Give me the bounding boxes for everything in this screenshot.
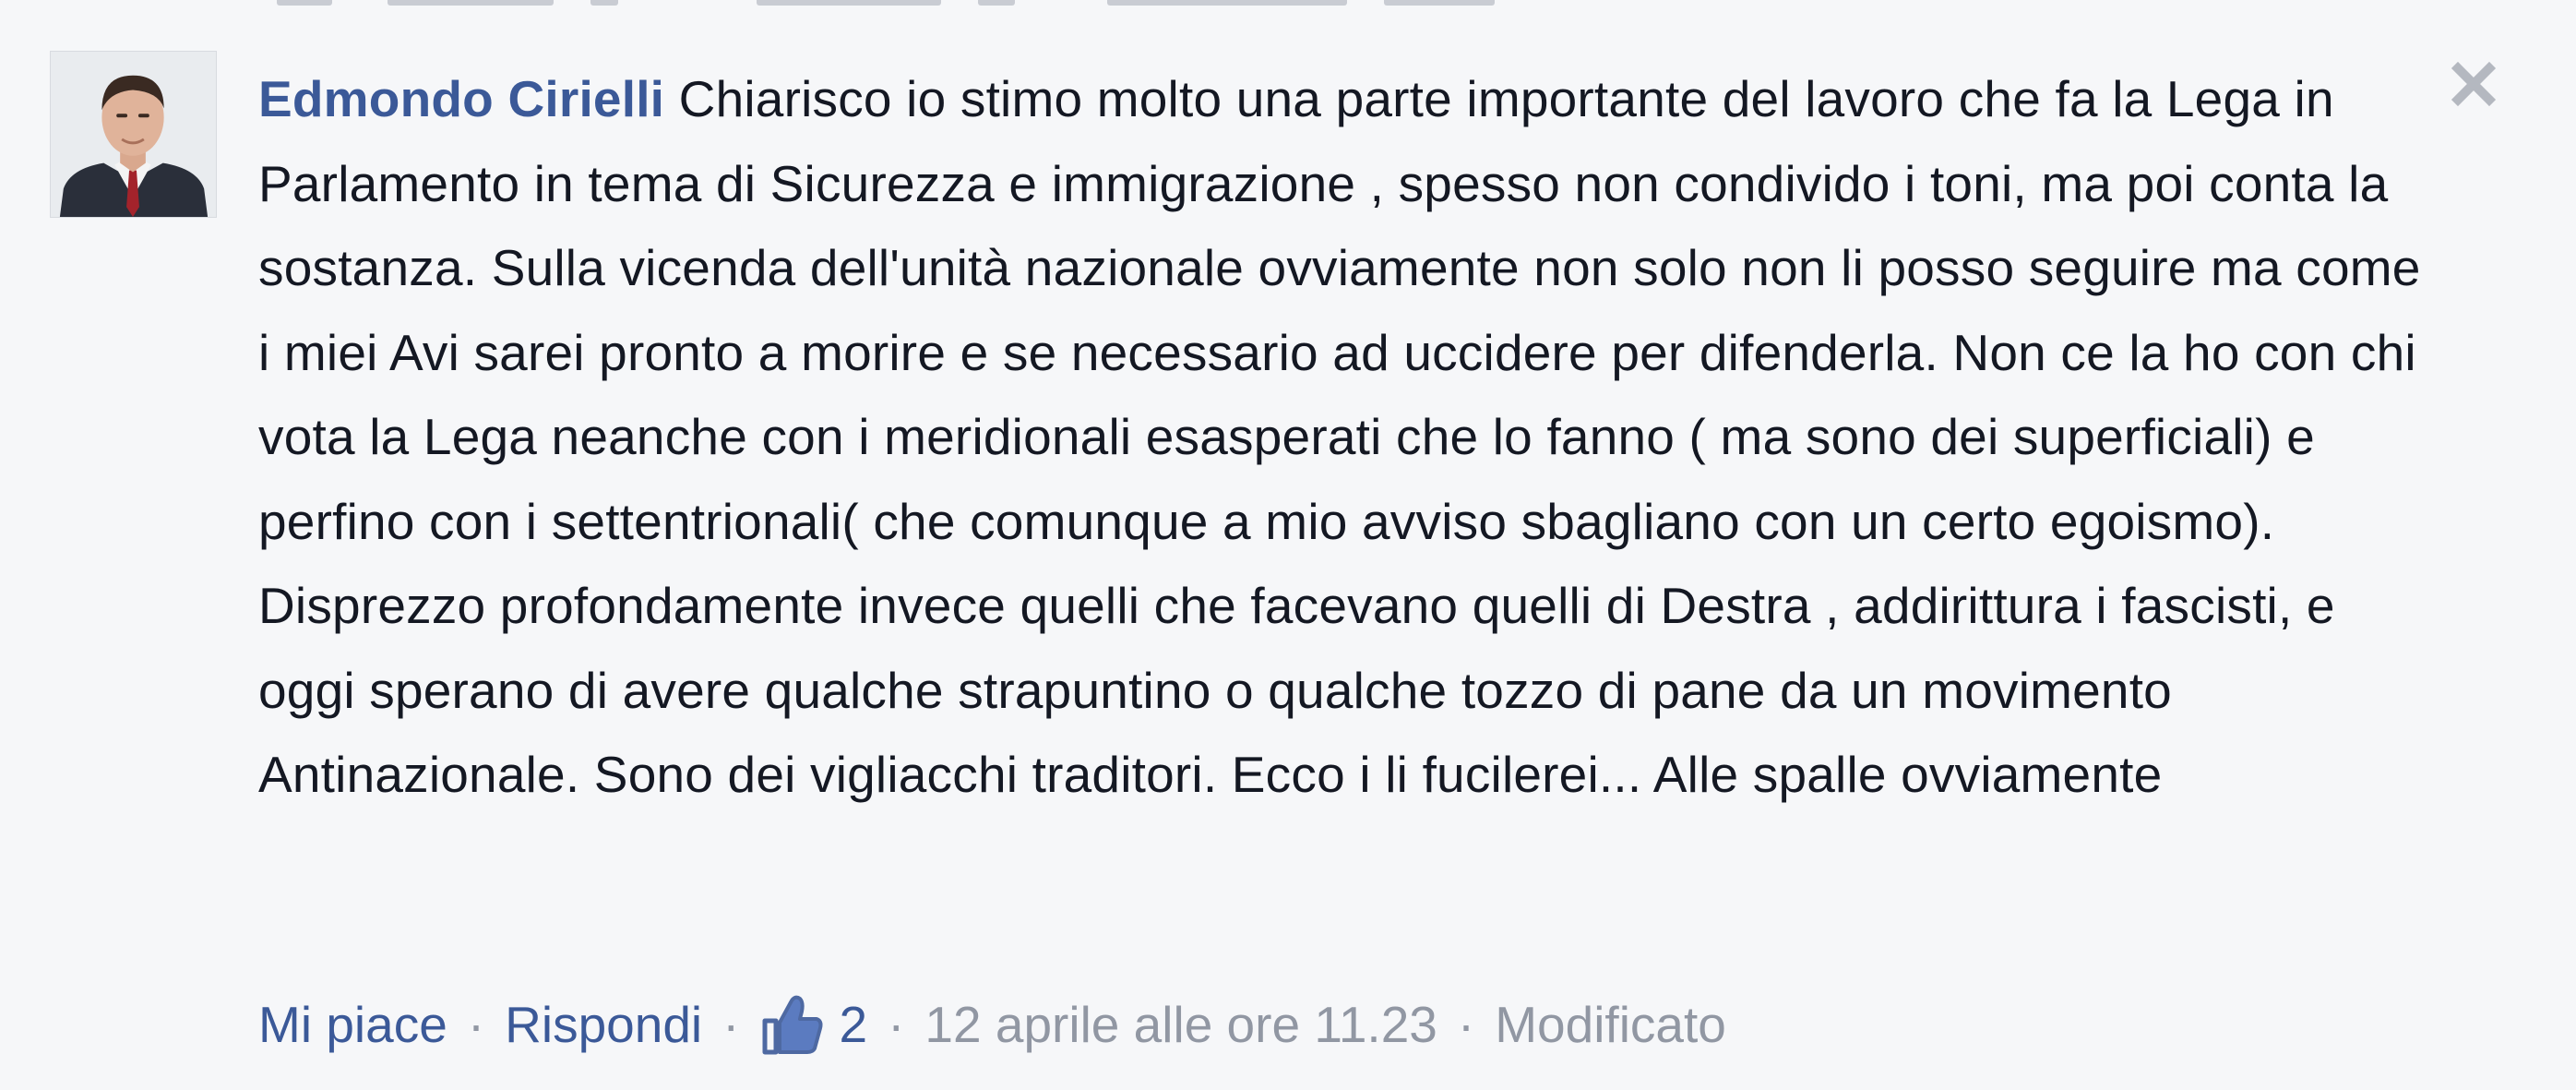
comment-timestamp[interactable]: 12 aprile alle ore 11.23 [924, 995, 1437, 1054]
close-icon[interactable] [2445, 55, 2502, 113]
comment: Edmondo Cirielli Chiarisco io stimo molt… [0, 0, 2576, 1090]
like-count[interactable]: 2 [839, 995, 867, 1054]
comment-actions: Mi piace · Rispondi · 2 · 12 aprile alle… [258, 988, 1726, 1061]
separator: · [1457, 996, 1475, 1053]
comment-text: Chiarisco io stimo molto una parte impor… [258, 70, 2421, 803]
separator: · [888, 996, 905, 1053]
separator: · [467, 996, 485, 1053]
edited-label[interactable]: Modificato [1495, 995, 1726, 1054]
author-avatar[interactable] [50, 51, 217, 218]
comment-body: Edmondo Cirielli Chiarisco io stimo molt… [258, 57, 2445, 818]
thumbs-up-icon[interactable] [759, 991, 826, 1058]
profile-photo [51, 52, 216, 217]
reply-link[interactable]: Rispondi [505, 995, 702, 1054]
like-link[interactable]: Mi piace [258, 995, 447, 1054]
separator: · [722, 996, 740, 1053]
author-name[interactable]: Edmondo Cirielli [258, 70, 664, 127]
